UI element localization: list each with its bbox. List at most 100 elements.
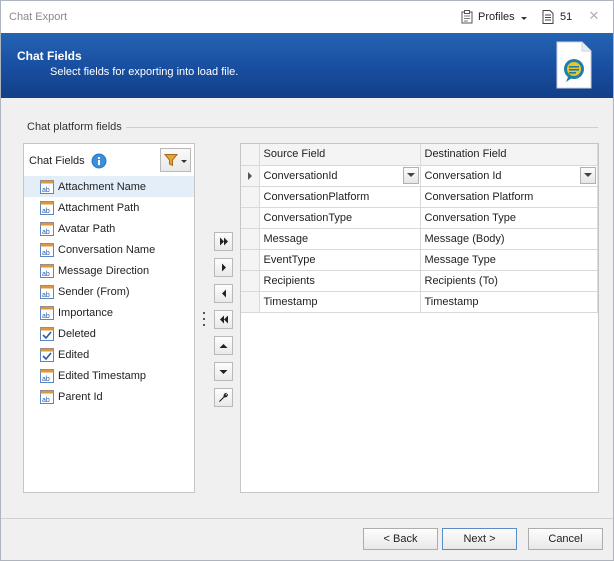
source-field-cell[interactable]: EventType	[259, 249, 421, 271]
list-item[interactable]: ab Attachment Path	[24, 197, 194, 218]
row-indicator[interactable]	[241, 207, 260, 229]
chevron-down-icon	[520, 16, 527, 20]
back-button[interactable]: < Back	[363, 528, 438, 550]
source-field-cell[interactable]: ConversationType	[259, 207, 421, 229]
destination-field-cell-text: Conversation Id	[424, 169, 502, 182]
list-item[interactable]: ab Importance	[24, 302, 194, 323]
source-field-cell[interactable]: ConversationPlatform	[259, 186, 421, 208]
source-field-cell[interactable]: ConversationId	[259, 165, 421, 187]
add-all-button[interactable]	[214, 232, 233, 251]
list-item-label: Parent Id	[58, 390, 103, 403]
list-item[interactable]: Deleted	[24, 323, 194, 344]
move-down-button[interactable]	[214, 362, 233, 381]
items-counter[interactable]: 51	[542, 8, 572, 26]
cancel-button[interactable]: Cancel	[528, 528, 603, 550]
table-row[interactable]: ConversationPlatform Conversation Platfor…	[241, 186, 598, 208]
text-field-icon: ab	[40, 242, 54, 257]
move-down-icon	[219, 369, 228, 374]
table-row[interactable]: Timestamp Timestamp	[241, 291, 598, 313]
source-field-cell[interactable]: Message	[259, 228, 421, 250]
row-indicator[interactable]	[241, 249, 260, 271]
close-button[interactable]: ✕	[587, 8, 601, 24]
source-field-cell[interactable]: Timestamp	[259, 291, 421, 313]
profiles-label: Profiles	[478, 11, 515, 23]
list-item[interactable]: ab Conversation Name	[24, 239, 194, 260]
header-banner: Chat Fields Select fields for exporting …	[1, 33, 613, 98]
destination-field-cell[interactable]: Conversation Id	[420, 165, 598, 187]
source-field-cell-text: EventType	[263, 253, 316, 266]
move-up-icon	[219, 343, 228, 348]
chat-fields-panel: Chat Fields ab Attachment Name ab Attachmen…	[23, 143, 195, 493]
list-item[interactable]: ab Avatar Path	[24, 218, 194, 239]
table-row[interactable]: ConversationType Conversation Type	[241, 207, 598, 229]
table-row[interactable]: Recipients Recipients (To)	[241, 270, 598, 292]
table-row[interactable]: EventType Message Type	[241, 249, 598, 271]
svg-text:ab: ab	[42, 229, 50, 236]
list-item-label: Importance	[58, 306, 114, 319]
svg-text:ab: ab	[42, 376, 50, 383]
list-item-label: Attachment Name	[58, 180, 147, 193]
destination-field-cell[interactable]: Message Type	[420, 249, 598, 271]
destination-field-cell-text: Timestamp	[424, 295, 479, 308]
destination-field-cell-text: Message (Body)	[424, 232, 505, 245]
filter-button[interactable]	[160, 148, 191, 172]
svg-text:ab: ab	[42, 187, 50, 194]
row-indicator[interactable]	[241, 186, 260, 208]
group-divider	[126, 127, 598, 128]
dropdown-button[interactable]	[402, 166, 419, 184]
table-row[interactable]: ConversationId Conversation Id	[241, 165, 598, 187]
boolean-field-icon	[40, 326, 54, 341]
remove-icon	[221, 289, 226, 298]
list-item[interactable]: ab Attachment Name	[24, 176, 194, 197]
remove-all-button[interactable]	[214, 310, 233, 329]
boolean-field-icon	[40, 347, 54, 362]
list-item[interactable]: ab Message Direction	[24, 260, 194, 281]
close-icon: ✕	[588, 8, 600, 23]
title-bar: Chat Export Profiles 51 ✕	[1, 1, 613, 33]
profiles-menu[interactable]: Profiles	[461, 8, 527, 26]
column-header-destination[interactable]: Destination Field	[420, 144, 598, 166]
field-mapping-grid: Source Field Destination Field Conversat…	[240, 143, 599, 493]
next-button[interactable]: Next >	[442, 528, 517, 550]
move-up-button[interactable]	[214, 336, 233, 355]
add-all-icon	[219, 237, 228, 246]
text-field-icon: ab	[40, 284, 54, 299]
grid-corner	[241, 144, 260, 166]
splitter-handle[interactable]	[202, 311, 206, 327]
destination-field-cell-text: Conversation Platform	[424, 190, 534, 203]
source-field-cell-text: ConversationPlatform	[263, 190, 370, 203]
list-item-label: Sender (From)	[58, 285, 130, 298]
add-icon	[221, 263, 226, 272]
group-label: Chat platform fields	[27, 121, 122, 133]
remove-all-icon	[219, 315, 228, 324]
text-field-icon: ab	[40, 305, 54, 320]
row-indicator[interactable]	[241, 270, 260, 292]
remove-button[interactable]	[214, 284, 233, 303]
list-item[interactable]: Edited	[24, 344, 194, 365]
destination-field-cell[interactable]: Message (Body)	[420, 228, 598, 250]
settings-button[interactable]	[214, 388, 233, 407]
destination-field-cell[interactable]: Conversation Type	[420, 207, 598, 229]
dropdown-button[interactable]	[580, 166, 596, 184]
row-indicator[interactable]	[241, 165, 260, 187]
funnel-icon	[164, 154, 178, 167]
destination-field-cell[interactable]: Conversation Platform	[420, 186, 598, 208]
list-item[interactable]: ab Sender (From)	[24, 281, 194, 302]
table-row[interactable]: Message Message (Body)	[241, 228, 598, 250]
svg-text:ab: ab	[42, 250, 50, 257]
add-button[interactable]	[214, 258, 233, 277]
row-indicator[interactable]	[241, 291, 260, 313]
svg-text:ab: ab	[42, 292, 50, 299]
info-icon[interactable]	[91, 153, 107, 169]
row-indicator[interactable]	[241, 228, 260, 250]
destination-field-cell[interactable]: Timestamp	[420, 291, 598, 313]
chevron-down-icon	[584, 173, 592, 177]
items-count: 51	[560, 11, 573, 23]
list-item[interactable]: ab Parent Id	[24, 386, 194, 407]
text-field-icon: ab	[40, 221, 54, 236]
destination-field-cell[interactable]: Recipients (To)	[420, 270, 598, 292]
chat-fields-title: Chat Fields	[29, 155, 85, 167]
source-field-cell[interactable]: Recipients	[259, 270, 421, 292]
column-header-source[interactable]: Source Field	[259, 144, 421, 166]
list-item[interactable]: ab Edited Timestamp	[24, 365, 194, 386]
